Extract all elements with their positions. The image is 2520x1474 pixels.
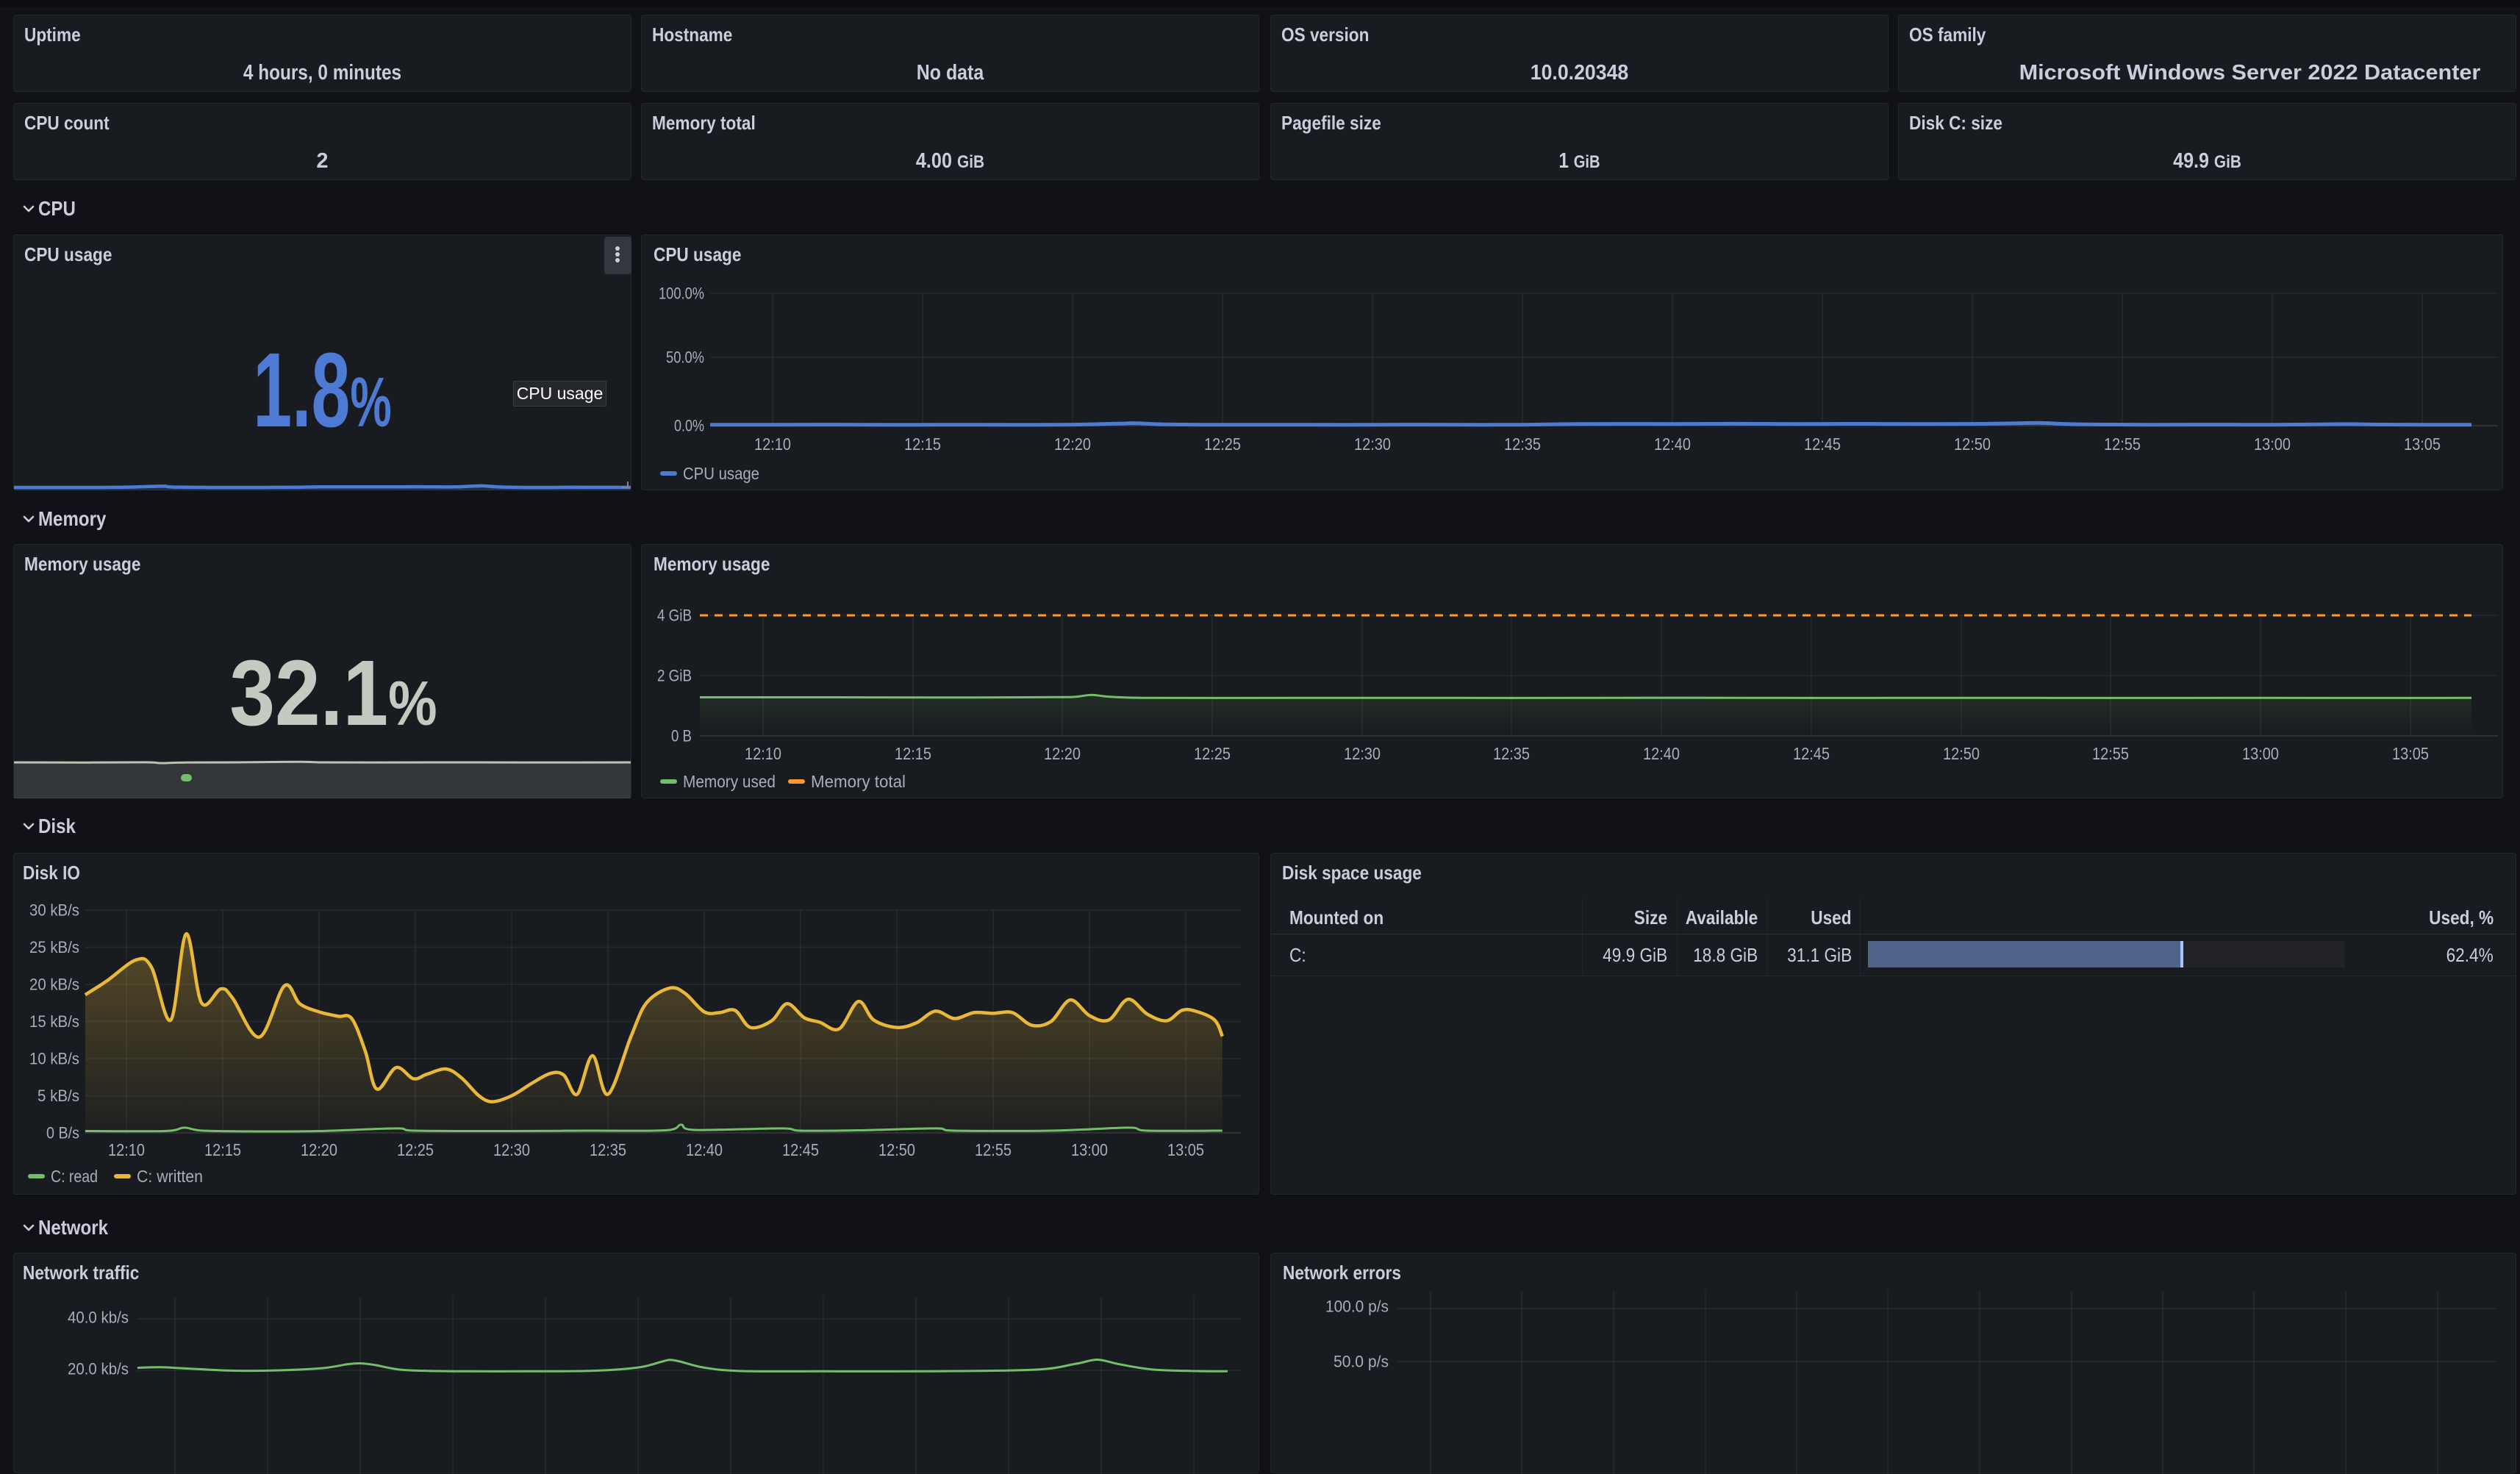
svg-text:12:25: 12:25 <box>397 1140 434 1159</box>
svg-text:12:45: 12:45 <box>1804 434 1841 454</box>
svg-text:30 kB/s: 30 kB/s <box>29 901 79 920</box>
svg-text:12:15: 12:15 <box>904 434 941 454</box>
svg-text:0.0%: 0.0% <box>674 417 704 435</box>
svg-text:12:25: 12:25 <box>1204 434 1241 454</box>
svg-text:13:05: 13:05 <box>2404 434 2441 454</box>
svg-text:12:10: 12:10 <box>745 744 781 763</box>
svg-text:12:20: 12:20 <box>1054 434 1091 454</box>
svg-text:12:40: 12:40 <box>1643 744 1680 763</box>
svg-text:12:55: 12:55 <box>2104 434 2141 454</box>
svg-text:12:55: 12:55 <box>975 1140 1012 1159</box>
svg-text:12:10: 12:10 <box>108 1140 145 1159</box>
svg-text:12:15: 12:15 <box>204 1140 241 1159</box>
svg-text:10 kB/s: 10 kB/s <box>29 1050 79 1068</box>
svg-text:12:55: 12:55 <box>2092 744 2129 763</box>
svg-text:50.0%: 50.0% <box>666 348 704 367</box>
svg-text:12:20: 12:20 <box>1044 744 1081 763</box>
svg-text:C: written: C: written <box>137 1167 203 1186</box>
svg-text:4 GiB: 4 GiB <box>657 607 692 625</box>
svg-text:12:45: 12:45 <box>1793 744 1830 763</box>
svg-text:12:35: 12:35 <box>590 1140 626 1159</box>
svg-text:12:50: 12:50 <box>878 1140 915 1159</box>
svg-text:13:00: 13:00 <box>1071 1140 1108 1159</box>
svg-text:12:50: 12:50 <box>1954 434 1991 454</box>
svg-text:12:35: 12:35 <box>1493 744 1530 763</box>
svg-text:12:50: 12:50 <box>1943 744 1980 763</box>
svg-text:0 B/s: 0 B/s <box>46 1124 79 1142</box>
svg-text:0 B: 0 B <box>671 727 692 745</box>
svg-text:20 kB/s: 20 kB/s <box>29 976 79 994</box>
svg-text:CPU usage: CPU usage <box>683 464 759 483</box>
svg-text:12:40: 12:40 <box>1654 434 1691 454</box>
svg-text:13:00: 13:00 <box>2254 434 2291 454</box>
svg-text:12:30: 12:30 <box>493 1140 530 1159</box>
svg-text:Memory total: Memory total <box>811 772 906 791</box>
svg-text:12:30: 12:30 <box>1344 744 1381 763</box>
svg-text:40.0 kb/s: 40.0 kb/s <box>68 1309 129 1327</box>
svg-text:12:30: 12:30 <box>1354 434 1391 454</box>
svg-text:5 kB/s: 5 kB/s <box>37 1087 79 1105</box>
svg-text:13:05: 13:05 <box>1167 1140 1204 1159</box>
svg-text:12:25: 12:25 <box>1194 744 1231 763</box>
svg-text:12:10: 12:10 <box>754 434 791 454</box>
svg-text:50.0 p/s: 50.0 p/s <box>1334 1353 1389 1371</box>
svg-text:12:15: 12:15 <box>895 744 931 763</box>
svg-text:2 GiB: 2 GiB <box>657 667 692 685</box>
svg-text:Memory used: Memory used <box>683 772 776 791</box>
svg-text:25 kB/s: 25 kB/s <box>29 938 79 956</box>
svg-text:12:20: 12:20 <box>301 1140 337 1159</box>
svg-text:C: read: C: read <box>51 1167 98 1186</box>
svg-text:13:00: 13:00 <box>2242 744 2279 763</box>
svg-text:12:40: 12:40 <box>686 1140 723 1159</box>
svg-text:100.0%: 100.0% <box>659 285 704 303</box>
svg-text:15 kB/s: 15 kB/s <box>29 1012 79 1031</box>
svg-text:12:45: 12:45 <box>782 1140 819 1159</box>
svg-text:13:05: 13:05 <box>2392 744 2429 763</box>
svg-text:12:35: 12:35 <box>1504 434 1541 454</box>
svg-text:100.0 p/s: 100.0 p/s <box>1325 1298 1389 1316</box>
svg-text:20.0 kb/s: 20.0 kb/s <box>68 1360 129 1378</box>
